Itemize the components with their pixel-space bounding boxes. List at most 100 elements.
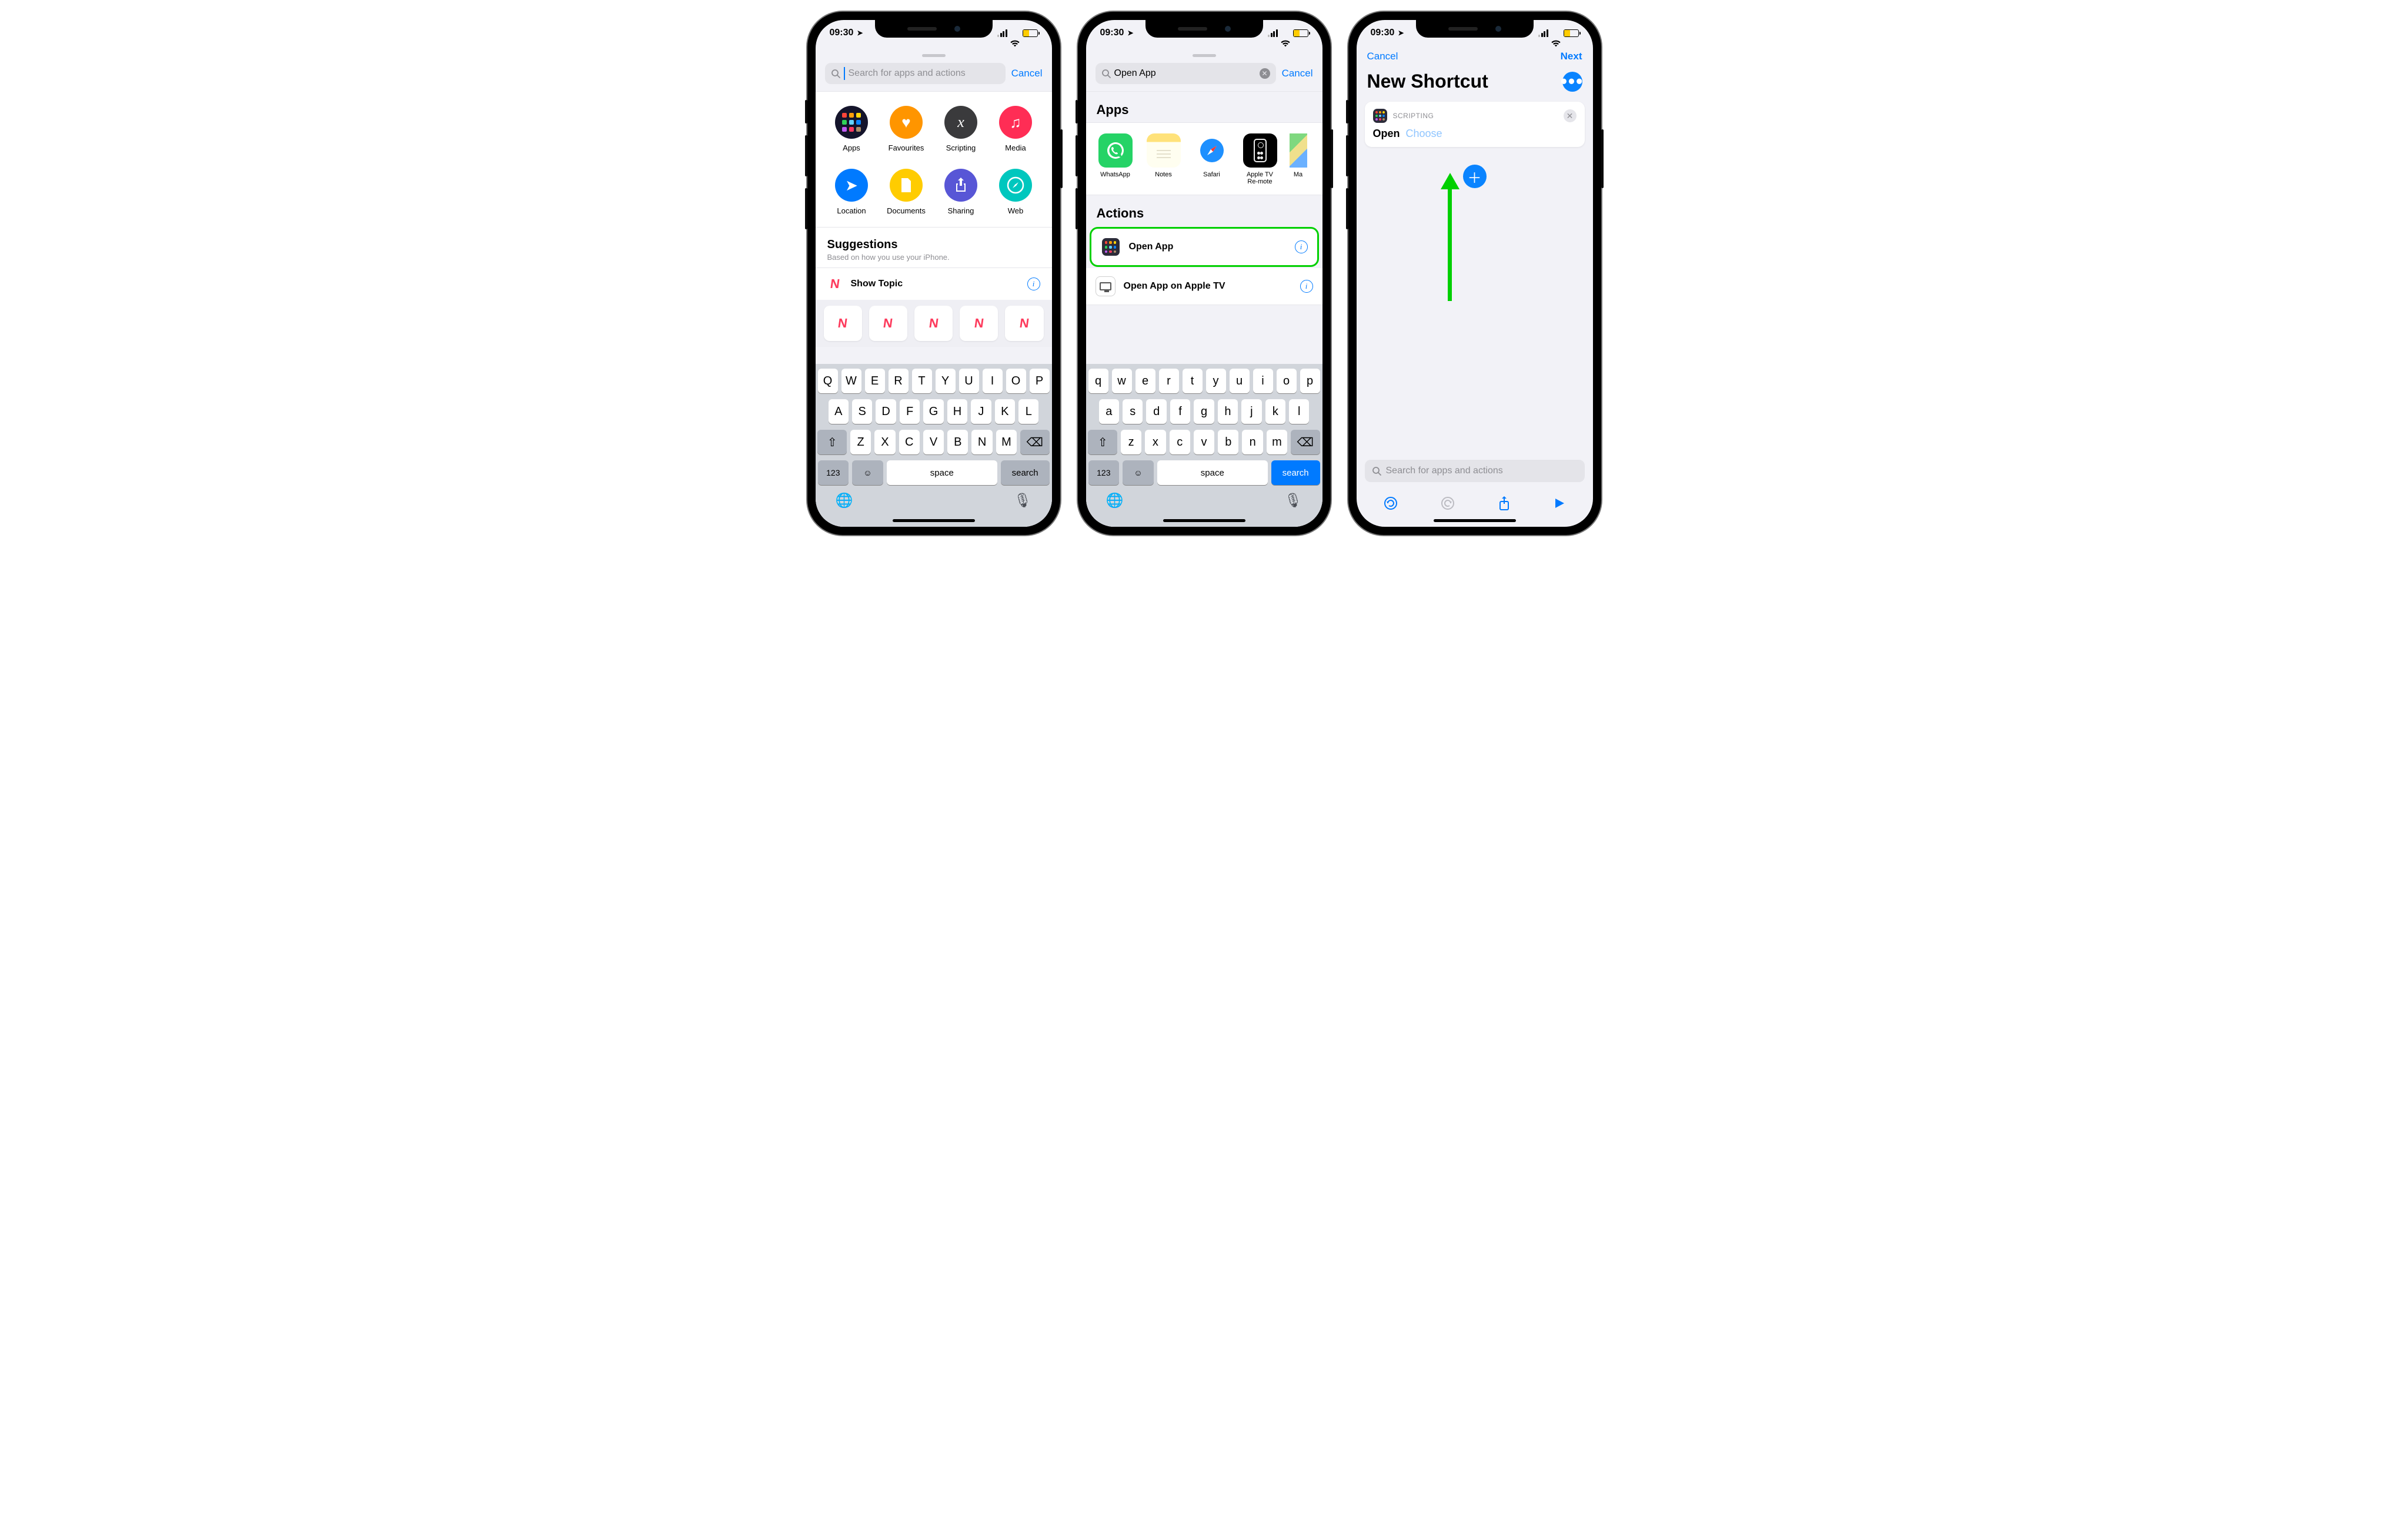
- key[interactable]: L: [1018, 399, 1038, 424]
- key[interactable]: d: [1146, 399, 1166, 424]
- key[interactable]: s: [1123, 399, 1143, 424]
- search-key[interactable]: search: [1271, 460, 1320, 485]
- cancel-button[interactable]: Cancel: [1011, 68, 1043, 79]
- key[interactable]: M: [996, 430, 1017, 454]
- search-field[interactable]: Search for apps and actions: [1365, 460, 1585, 482]
- key[interactable]: v: [1194, 430, 1214, 454]
- key[interactable]: Z: [850, 430, 871, 454]
- backspace-key[interactable]: ⌫: [1291, 430, 1320, 454]
- apps-scroll[interactable]: WhatsApp Notes Safari Apple TV Re-mote M…: [1086, 123, 1322, 195]
- app-maps[interactable]: Ma: [1290, 133, 1307, 185]
- key[interactable]: O: [1006, 369, 1026, 393]
- search-key[interactable]: search: [1001, 460, 1050, 485]
- shift-key[interactable]: ⇧: [817, 430, 846, 454]
- key[interactable]: n: [1242, 430, 1263, 454]
- dictation-icon[interactable]: 🎙: [1014, 492, 1031, 509]
- shift-key[interactable]: ⇧: [1088, 430, 1117, 454]
- backspace-key[interactable]: ⌫: [1020, 430, 1049, 454]
- clear-search-icon[interactable]: ✕: [1260, 68, 1270, 79]
- key[interactable]: q: [1088, 369, 1108, 393]
- key[interactable]: P: [1030, 369, 1050, 393]
- emoji-key[interactable]: ☺: [852, 460, 883, 485]
- share-button[interactable]: [1497, 495, 1511, 511]
- key[interactable]: B: [947, 430, 968, 454]
- add-action-button[interactable]: ＋: [1463, 165, 1487, 188]
- remove-action-icon[interactable]: ✕: [1564, 109, 1577, 122]
- action-open-app-apple-tv[interactable]: Open App on Apple TV i: [1086, 268, 1322, 305]
- key[interactable]: U: [959, 369, 979, 393]
- app-notes[interactable]: Notes: [1145, 133, 1183, 185]
- key[interactable]: p: [1300, 369, 1320, 393]
- key[interactable]: J: [971, 399, 991, 424]
- home-indicator[interactable]: [1434, 519, 1516, 522]
- key[interactable]: A: [829, 399, 849, 424]
- app-apple-tv-remote[interactable]: Apple TV Re-mote: [1241, 133, 1279, 185]
- app-safari[interactable]: Safari: [1193, 133, 1231, 185]
- key[interactable]: k: [1265, 399, 1285, 424]
- dictation-icon[interactable]: 🎙: [1284, 492, 1302, 509]
- info-icon[interactable]: i: [1300, 280, 1313, 293]
- suggestion-card[interactable]: N: [960, 306, 998, 341]
- cancel-button[interactable]: Cancel: [1367, 51, 1398, 62]
- suggestion-card[interactable]: N: [824, 306, 862, 341]
- globe-icon[interactable]: 🌐: [836, 492, 853, 509]
- key[interactable]: e: [1135, 369, 1155, 393]
- info-icon[interactable]: i: [1027, 277, 1040, 290]
- key[interactable]: a: [1099, 399, 1119, 424]
- key[interactable]: h: [1218, 399, 1238, 424]
- keyboard[interactable]: QWERTYUIOP ASDFGHJKL ⇧ZXCVBNM⌫ 123☺space…: [816, 364, 1052, 527]
- search-field[interactable]: ✕: [1096, 63, 1276, 84]
- key[interactable]: f: [1170, 399, 1190, 424]
- key[interactable]: g: [1194, 399, 1214, 424]
- category-location[interactable]: ➤ Location: [827, 169, 876, 215]
- key[interactable]: D: [876, 399, 896, 424]
- space-key[interactable]: space: [1157, 460, 1268, 485]
- key[interactable]: i: [1253, 369, 1273, 393]
- key[interactable]: C: [899, 430, 920, 454]
- globe-icon[interactable]: 🌐: [1106, 492, 1124, 509]
- category-sharing[interactable]: Sharing: [937, 169, 986, 215]
- key[interactable]: X: [874, 430, 895, 454]
- key[interactable]: S: [852, 399, 872, 424]
- key[interactable]: b: [1218, 430, 1238, 454]
- key[interactable]: Q: [818, 369, 838, 393]
- key[interactable]: Y: [936, 369, 956, 393]
- key[interactable]: l: [1289, 399, 1309, 424]
- action-open-app[interactable]: Open App i: [1090, 227, 1319, 267]
- key[interactable]: y: [1206, 369, 1226, 393]
- key[interactable]: N: [971, 430, 992, 454]
- key[interactable]: R: [889, 369, 909, 393]
- key[interactable]: r: [1159, 369, 1179, 393]
- category-web[interactable]: Web: [991, 169, 1040, 215]
- key[interactable]: x: [1145, 430, 1165, 454]
- key[interactable]: j: [1241, 399, 1261, 424]
- space-key[interactable]: space: [887, 460, 997, 485]
- key[interactable]: m: [1267, 430, 1287, 454]
- key[interactable]: E: [865, 369, 885, 393]
- home-indicator[interactable]: [893, 519, 975, 522]
- key[interactable]: V: [923, 430, 944, 454]
- suggestion-card[interactable]: N: [914, 306, 953, 341]
- category-favourites[interactable]: ♥ Favourites: [882, 106, 931, 152]
- app-whatsapp[interactable]: WhatsApp: [1097, 133, 1134, 185]
- numeric-key[interactable]: 123: [1088, 460, 1120, 485]
- key[interactable]: K: [995, 399, 1015, 424]
- category-apps[interactable]: Apps: [827, 106, 876, 152]
- key[interactable]: G: [923, 399, 943, 424]
- key[interactable]: W: [841, 369, 861, 393]
- undo-button[interactable]: [1383, 496, 1398, 511]
- suggestion-card[interactable]: N: [1005, 306, 1043, 341]
- key[interactable]: z: [1121, 430, 1141, 454]
- search-input[interactable]: [849, 68, 1000, 79]
- key[interactable]: T: [912, 369, 932, 393]
- category-documents[interactable]: Documents: [882, 169, 931, 215]
- key[interactable]: c: [1170, 430, 1190, 454]
- next-button[interactable]: Next: [1561, 51, 1582, 62]
- home-indicator[interactable]: [1163, 519, 1245, 522]
- category-media[interactable]: ♫ Media: [991, 106, 1040, 152]
- key[interactable]: u: [1230, 369, 1250, 393]
- info-icon[interactable]: i: [1295, 240, 1308, 253]
- sheet-grabber[interactable]: [922, 54, 946, 57]
- action-card-open-app[interactable]: SCRIPTING ✕ Open Choose: [1365, 102, 1585, 147]
- cancel-button[interactable]: Cancel: [1282, 68, 1313, 79]
